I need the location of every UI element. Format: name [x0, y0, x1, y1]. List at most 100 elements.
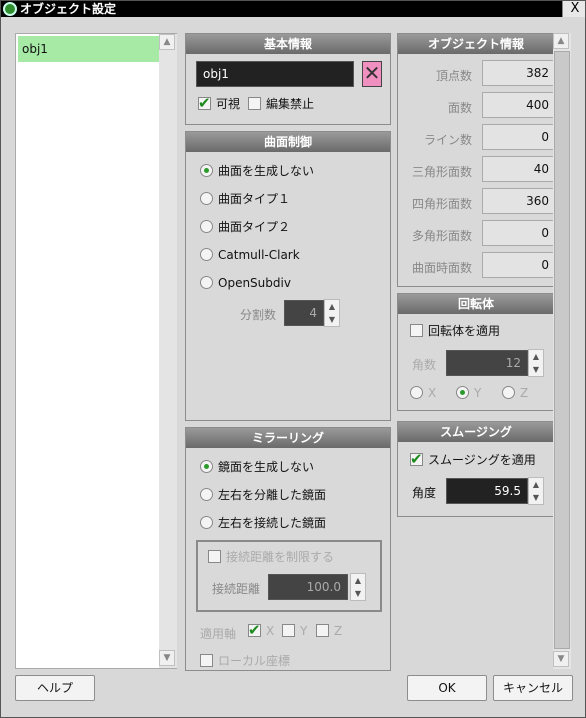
- radio-icon: [200, 220, 213, 233]
- list-scrollbar[interactable]: ▲ ▼: [159, 34, 177, 668]
- curve-option-type2[interactable]: 曲面タイプ２: [200, 218, 290, 236]
- axis-y-checkbox[interactable]: Y: [282, 622, 307, 640]
- lathe-angle-spinner[interactable]: ▲ ▼: [528, 349, 544, 377]
- division-label: 分割数: [239, 308, 276, 322]
- object-name-input[interactable]: obj1: [196, 61, 354, 87]
- spin-down-icon[interactable]: ▼: [529, 363, 543, 376]
- curve-option-type1[interactable]: 曲面タイプ１: [200, 190, 290, 208]
- spin-down-icon[interactable]: ▼: [325, 313, 339, 326]
- mirror-option-connect[interactable]: 左右を接続した鏡面: [200, 514, 326, 532]
- axis-x-checkbox[interactable]: X: [248, 621, 274, 640]
- radio-on-icon: [200, 164, 213, 177]
- title-bar: オブジェクト設定 X: [1, 1, 585, 17]
- mirror-option-separate[interactable]: 左右を分離した鏡面: [200, 486, 326, 504]
- curve-option-label: OpenSubdiv: [218, 276, 291, 290]
- axis-z-checkbox[interactable]: Z: [316, 622, 342, 640]
- cancel-button[interactable]: キャンセル: [493, 675, 573, 701]
- radio-icon: [410, 386, 423, 399]
- local-coords-label: ローカル座標: [218, 654, 291, 668]
- radio-icon: [200, 488, 213, 501]
- radio-icon: [200, 248, 213, 261]
- info-value: 0: [482, 124, 554, 150]
- distance-input[interactable]: 100.0: [268, 574, 348, 600]
- curve-option-opensubdiv[interactable]: OpenSubdiv: [200, 274, 291, 292]
- smoothing-angle-input[interactable]: 59.5: [446, 478, 528, 504]
- object-list[interactable]: obj1 ▲ ▼: [15, 33, 177, 669]
- curve-option-label: 曲面タイプ２: [218, 220, 291, 234]
- smoothing-header: スムージング: [398, 422, 554, 442]
- spin-up-icon[interactable]: ▲: [325, 300, 339, 313]
- curve-option-label: Catmull-Clark: [218, 248, 300, 262]
- checkbox-box: [316, 624, 329, 637]
- curve-option-catmull[interactable]: Catmull-Clark: [200, 246, 300, 264]
- info-value: 382: [482, 60, 554, 86]
- spin-up-icon[interactable]: ▲: [351, 574, 365, 587]
- lathe-apply-checkbox[interactable]: 回転体を適用: [410, 322, 500, 340]
- lathe-angle-input[interactable]: 12: [446, 350, 528, 376]
- curve-option-label: 曲面タイプ１: [218, 192, 291, 206]
- info-label: 面数: [447, 101, 472, 115]
- info-value: 400: [482, 92, 554, 118]
- mirror-option-none[interactable]: 鏡面を生成しない: [200, 458, 314, 476]
- local-coords-checkbox[interactable]: ローカル座標: [200, 652, 290, 670]
- check-icon: [248, 621, 261, 639]
- limit-distance-label: 接続距離を制限する: [226, 550, 335, 564]
- settings-scrollbar[interactable]: ▲ ▼: [553, 33, 571, 669]
- distance-spinner[interactable]: ▲ ▼: [350, 573, 366, 601]
- lathe-axis-x[interactable]: X: [410, 384, 436, 402]
- checkbox-box: [200, 654, 213, 667]
- lathe-axis-z[interactable]: Z: [502, 384, 528, 402]
- info-value: 0: [482, 220, 554, 246]
- info-label: 三角形面数: [411, 165, 472, 179]
- info-value: 40: [482, 156, 554, 182]
- color-swatch[interactable]: ✕: [362, 61, 382, 87]
- lathe-apply-label: 回転体を適用: [428, 324, 501, 338]
- window-title: オブジェクト設定: [20, 2, 117, 16]
- info-label: 頂点数: [435, 69, 472, 83]
- spin-down-icon[interactable]: ▼: [529, 491, 543, 504]
- smoothing-apply-label: スムージングを適用: [428, 453, 536, 467]
- smoothing-apply-checkbox[interactable]: スムージングを適用: [410, 450, 536, 469]
- info-label: 四角形面数: [411, 197, 472, 211]
- list-item[interactable]: obj1: [18, 36, 160, 62]
- scroll-thumb[interactable]: [554, 51, 570, 649]
- division-input[interactable]: 4: [284, 300, 324, 326]
- visible-checkbox[interactable]: 可視: [198, 94, 241, 113]
- lock-checkbox[interactable]: 編集禁止: [248, 95, 314, 113]
- checkbox-box: [248, 97, 261, 110]
- mirroring-panel: ミラーリング 鏡面を生成しない 左右を分離した鏡面 左右を接続した鏡面 接続距離…: [185, 427, 391, 671]
- lathe-axis-y[interactable]: Y: [456, 384, 481, 402]
- info-value: 0: [482, 252, 554, 278]
- scroll-up-icon[interactable]: ▲: [159, 34, 175, 50]
- spin-up-icon[interactable]: ▲: [529, 478, 543, 491]
- close-icon: X: [570, 1, 580, 16]
- visible-label: 可視: [216, 97, 241, 111]
- check-icon: [198, 94, 211, 112]
- dialog-window: オブジェクト設定 X obj1 ▲ ▼ 基本情報 obj1 ✕ 可視 編集禁止 …: [0, 0, 586, 718]
- help-button[interactable]: ヘルプ: [15, 675, 95, 701]
- object-info-header: オブジェクト情報: [398, 34, 554, 54]
- apply-axis-label: 適用軸: [200, 627, 237, 641]
- lathe-angle-label: 角数: [412, 358, 437, 372]
- scroll-down-icon[interactable]: ▼: [553, 651, 569, 667]
- radio-icon: [200, 516, 213, 529]
- division-spinner[interactable]: ▲ ▼: [324, 299, 340, 327]
- radio-icon: [200, 192, 213, 205]
- close-button[interactable]: X: [562, 1, 585, 17]
- spin-down-icon[interactable]: ▼: [351, 587, 365, 600]
- limit-distance-checkbox[interactable]: 接続距離を制限する: [208, 548, 334, 566]
- mirror-option-label: 鏡面を生成しない: [218, 460, 315, 474]
- ok-button[interactable]: OK: [407, 675, 487, 701]
- spin-up-icon[interactable]: ▲: [529, 350, 543, 363]
- info-label: 多角形面数: [411, 229, 472, 243]
- mirror-option-label: 左右を分離した鏡面: [218, 488, 327, 502]
- info-label: ライン数: [423, 133, 472, 147]
- info-value: 360: [482, 188, 554, 214]
- scroll-down-icon[interactable]: ▼: [159, 650, 175, 666]
- scroll-up-icon[interactable]: ▲: [553, 33, 569, 49]
- lathe-panel: 回転体 回転体を適用 角数 12 ▲ ▼ X Y Z: [397, 293, 555, 411]
- smoothing-angle-spinner[interactable]: ▲ ▼: [528, 477, 544, 505]
- curve-option-label: 曲面を生成しない: [218, 164, 315, 178]
- radio-icon: [502, 386, 515, 399]
- curve-option-none[interactable]: 曲面を生成しない: [200, 162, 314, 180]
